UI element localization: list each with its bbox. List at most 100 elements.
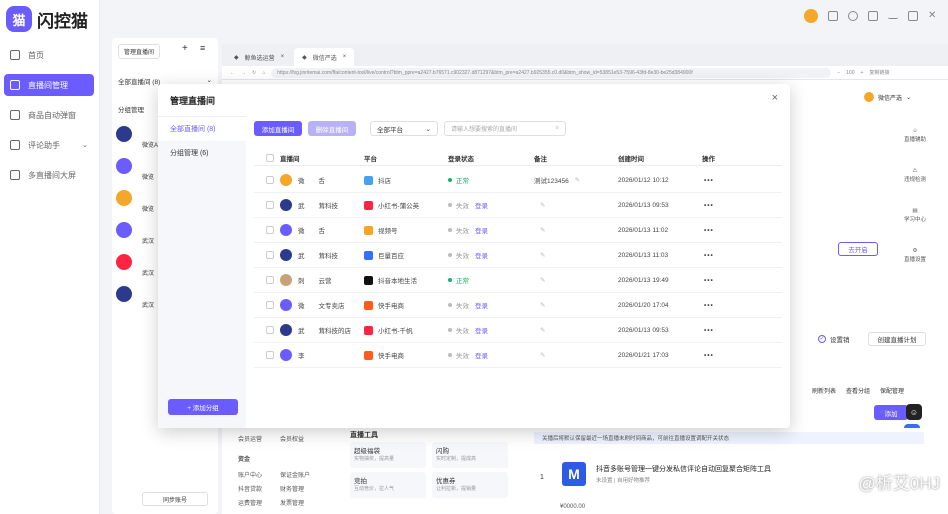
room-avatar[interactable] bbox=[116, 286, 132, 302]
more-icon[interactable]: ••• bbox=[704, 318, 714, 342]
row-checkbox[interactable] bbox=[266, 293, 274, 317]
table-row[interactable]: 微 文专卖店 快手电商 失效 登录 ✎ 2026/01/20 17:04 ••• bbox=[254, 293, 782, 318]
login-link[interactable]: 登录 bbox=[475, 325, 488, 335]
user-avatar[interactable] bbox=[804, 9, 818, 23]
forward-icon[interactable]: → bbox=[241, 70, 246, 76]
table-row[interactable]: 微舌抖店 正常 测试123456 ✎ 2026/01/12 10:12 ••• bbox=[254, 168, 782, 193]
copy-link-button[interactable]: 复制链接 bbox=[869, 69, 889, 76]
login-link[interactable]: 登录 bbox=[475, 200, 488, 210]
account-center-link[interactable]: 账户中心 bbox=[238, 470, 262, 479]
loan-link[interactable]: 抖音贷款 bbox=[238, 484, 262, 493]
nav-item-home[interactable]: 首页 bbox=[4, 44, 94, 66]
room-avatar[interactable] bbox=[116, 126, 132, 142]
add-group-button[interactable]: + 添加分组 bbox=[168, 399, 238, 415]
modal-tab-groups[interactable]: 分组管理 (6) bbox=[158, 141, 246, 165]
tool-card[interactable]: 竞拍 互动竞价，拉人气 bbox=[350, 472, 426, 498]
browser-tab-active[interactable]: ◆ 微信严选 × bbox=[294, 48, 355, 66]
row-checkbox[interactable] bbox=[266, 193, 274, 217]
view-groups-button[interactable]: 查看分组 bbox=[846, 386, 870, 395]
nav-item-live-manage[interactable]: 直播间管理 bbox=[4, 74, 94, 96]
more-icon[interactable]: ••• bbox=[704, 193, 714, 217]
sync-account-button[interactable]: 同步账号 bbox=[142, 492, 208, 506]
edit-icon[interactable]: ✎ bbox=[540, 276, 545, 284]
login-link[interactable]: 登录 bbox=[475, 300, 488, 310]
manage-live-tab[interactable]: 管理直播间 bbox=[118, 44, 161, 59]
tool-card[interactable]: 超级福袋 实物抽奖，提高量 bbox=[350, 442, 426, 468]
tool-card[interactable]: 优惠券 让利拉新，提销量 bbox=[432, 472, 508, 498]
more-icon[interactable]: ••• bbox=[704, 218, 714, 242]
nav-item-multi-screen[interactable]: 多直播间大屏 bbox=[4, 164, 94, 186]
zoom-out-icon[interactable]: − bbox=[837, 70, 840, 76]
learning-item[interactable]: ▤ 学习中心 bbox=[900, 196, 930, 236]
edit-icon[interactable]: ✎ bbox=[540, 226, 545, 234]
product-name[interactable]: 抖音多账号管理一键分发私信评论自动回复聚合矩阵工具 bbox=[596, 464, 771, 474]
room-avatar[interactable] bbox=[116, 222, 132, 238]
close-icon[interactable]: × bbox=[343, 54, 347, 60]
minimize-icon[interactable] bbox=[888, 13, 898, 19]
table-row[interactable]: 武 茸科技 巨量百应 失效 登录 ✎ 2026/01/13 11:03 ••• bbox=[254, 243, 782, 268]
home-icon[interactable]: ⌂ bbox=[262, 70, 265, 76]
maximize-icon[interactable] bbox=[908, 11, 918, 21]
add-icon[interactable]: + bbox=[182, 43, 188, 54]
pin-manage-button[interactable]: 保配管理 bbox=[880, 386, 904, 395]
edit-icon[interactable]: ✎ bbox=[575, 176, 580, 184]
deposit-link[interactable]: 保证金账户 bbox=[280, 470, 310, 479]
edit-icon[interactable]: ✎ bbox=[540, 351, 545, 359]
reload-icon[interactable]: ↻ bbox=[252, 70, 256, 76]
headset-icon[interactable] bbox=[848, 11, 858, 21]
close-icon[interactable]: ✕ bbox=[928, 11, 938, 21]
nav-item-product-popup[interactable]: 商品自动弹窗 bbox=[4, 104, 94, 126]
store-switcher[interactable]: 微信严选 ⌄ bbox=[864, 92, 911, 102]
more-icon[interactable]: ••• bbox=[704, 293, 714, 317]
table-row[interactable]: 李 快手电商 失效 登录 ✎ 2026/01/21 17:03 ••• bbox=[254, 343, 782, 368]
notes-icon[interactable] bbox=[868, 11, 878, 21]
more-icon[interactable]: ••• bbox=[704, 243, 714, 267]
room-avatar[interactable] bbox=[116, 254, 132, 270]
search-input[interactable]: 请输入想要搜索的直播间 ⌕ bbox=[444, 121, 566, 136]
pagination[interactable]: < 1/1 > bbox=[880, 410, 899, 416]
more-icon[interactable]: ••• bbox=[704, 343, 714, 367]
row-checkbox[interactable] bbox=[266, 268, 274, 292]
platform-select[interactable]: 全部平台 ⌄ bbox=[370, 121, 438, 136]
live-assist-item[interactable]: ☺ 直播辅助 bbox=[900, 116, 930, 156]
go-open-button[interactable]: 去开启 bbox=[838, 242, 878, 256]
login-link[interactable]: 登录 bbox=[475, 350, 488, 360]
table-row[interactable]: 微舌视频号 失效 登录 ✎ 2026/01/13 11:02 ••• bbox=[254, 218, 782, 243]
url-field[interactable]: https://fxg.jinritemai.com/ffa/content-t… bbox=[271, 67, 832, 78]
row-checkbox[interactable] bbox=[266, 343, 274, 367]
browser-tab[interactable]: ◆ 鲸鱼选运营 × bbox=[226, 48, 292, 66]
room-avatar[interactable] bbox=[116, 190, 132, 206]
row-checkbox[interactable] bbox=[266, 318, 274, 342]
back-icon[interactable]: ← bbox=[230, 70, 235, 76]
edit-icon[interactable]: ✎ bbox=[540, 301, 545, 309]
select-all-checkbox[interactable] bbox=[266, 150, 274, 165]
create-plan-button[interactable]: 创建直播计划 bbox=[868, 332, 926, 346]
table-row[interactable]: 武 茸科技的店 小红书-千帆 失效 登录 ✎ 2026/01/13 09:53 ••• bbox=[254, 318, 782, 343]
refresh-button[interactable]: 刷新列表 bbox=[812, 386, 836, 395]
robot-icon[interactable]: ☺ bbox=[906, 404, 922, 420]
modal-tab-all[interactable]: 全部直播间 (8) bbox=[158, 117, 246, 141]
tool-card[interactable]: 闪购 实时定制，提成高 bbox=[432, 442, 508, 468]
row-checkbox[interactable] bbox=[266, 168, 274, 192]
login-link[interactable]: 登录 bbox=[475, 250, 488, 260]
violation-item[interactable]: ⚠ 违规检测 bbox=[900, 156, 930, 196]
more-icon[interactable]: ••• bbox=[704, 268, 714, 292]
more-icon[interactable]: ••• bbox=[704, 168, 714, 192]
clipboard-icon[interactable] bbox=[828, 11, 838, 21]
freight-link[interactable]: 运费管理 bbox=[238, 498, 262, 507]
login-link[interactable]: 登录 bbox=[475, 225, 488, 235]
table-row[interactable]: 武 茸科技 小红书-蒲公英 失效 登录 ✎ 2026/01/13 09:53 ••• bbox=[254, 193, 782, 218]
room-avatar[interactable] bbox=[116, 158, 132, 174]
live-settings-item[interactable]: ⚙ 直播设置 bbox=[900, 236, 930, 276]
row-checkbox[interactable] bbox=[266, 218, 274, 242]
table-row[interactable]: 刺 云营 抖音本地生活 正常 ✎ 2026/01/13 19:49 ••• bbox=[254, 268, 782, 293]
edit-icon[interactable]: ✎ bbox=[540, 251, 545, 259]
zoom-in-icon[interactable]: + bbox=[861, 70, 864, 76]
delete-live-room-button[interactable]: 删除直播间 bbox=[308, 121, 356, 136]
invoice-link[interactable]: 发票管理 bbox=[280, 498, 304, 507]
add-live-room-button[interactable]: 添加直播间 bbox=[254, 121, 302, 136]
edit-icon[interactable]: ✎ bbox=[540, 201, 545, 209]
settings-toggle[interactable]: ✓ 设置销 bbox=[818, 334, 850, 344]
row-checkbox[interactable] bbox=[266, 243, 274, 267]
close-icon[interactable]: × bbox=[772, 92, 778, 104]
